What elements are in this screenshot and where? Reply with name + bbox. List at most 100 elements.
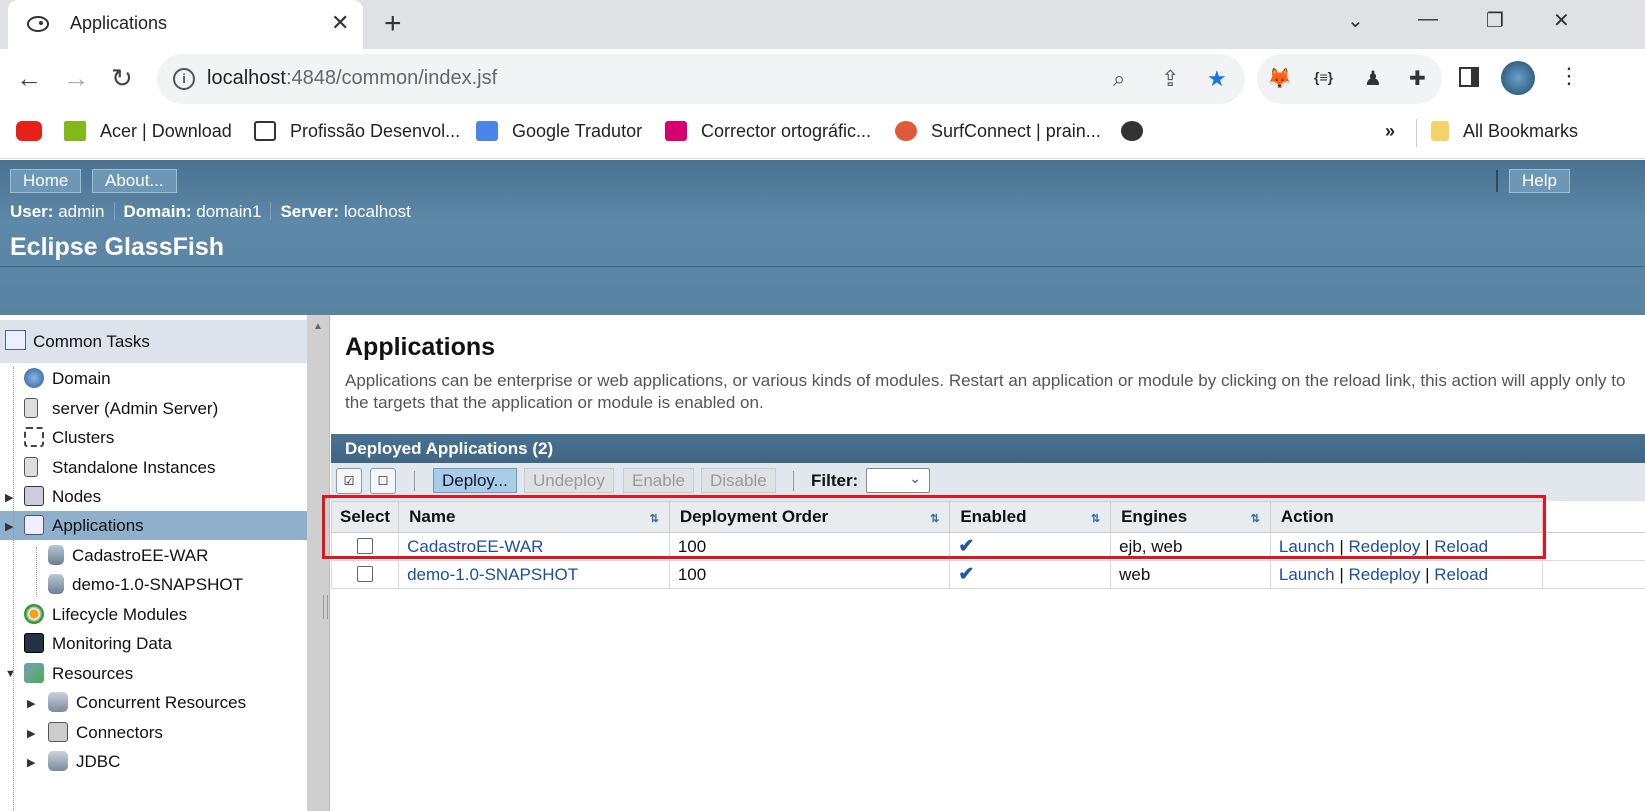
app-cylinder-icon <box>48 574 64 594</box>
bookmarks-overflow-icon[interactable]: » <box>1385 121 1395 142</box>
close-window-icon[interactable]: ✕ <box>1553 8 1570 33</box>
glassfish-favicon-icon <box>27 16 49 32</box>
header-divider <box>0 266 1645 267</box>
collapse-arrow-icon[interactable]: ▼ <box>5 668 16 680</box>
deselect-all-icon[interactable]: ☐ <box>370 468 396 494</box>
deploy-button[interactable]: Deploy... <box>433 468 517 493</box>
toolbar-divider <box>793 471 794 491</box>
menu-kebab-icon[interactable]: ⋮ <box>1558 63 1580 89</box>
sidebar-item-connectors[interactable]: Connectors <box>48 722 163 743</box>
robot-extension-icon[interactable]: ♟ <box>1364 66 1382 91</box>
home-button[interactable]: Home <box>10 169 82 193</box>
browser-tab[interactable]: Applications ✕ <box>8 0 363 49</box>
sidebar-item-lifecycle-modules[interactable]: Lifecycle Modules <box>24 604 187 625</box>
extensions-puzzle-icon[interactable]: ✚ <box>1409 66 1426 91</box>
help-button[interactable]: Help <box>1509 169 1570 193</box>
splitter-handle[interactable] <box>323 595 328 619</box>
side-panel-icon[interactable] <box>1459 67 1479 87</box>
highlight-annotation-box <box>322 495 1546 559</box>
enabled-check-icon: ✔ <box>958 564 975 585</box>
sidebar-item-applications[interactable]: Applications <box>24 515 144 536</box>
node-icon <box>24 486 44 506</box>
expand-arrow-icon[interactable]: ▶ <box>27 727 35 740</box>
bookmark-corrector[interactable]: Corrector ortográfic... <box>665 121 871 142</box>
new-tab-icon[interactable]: + <box>384 7 402 41</box>
sidebar-item-server[interactable]: server (Admin Server) <box>24 398 218 419</box>
row-checkbox[interactable] <box>357 565 374 582</box>
sidebar-scrollbar[interactable]: ▲ <box>307 315 329 811</box>
filter-select[interactable]: ⌄ <box>866 468 930 493</box>
launch-link[interactable]: Launch <box>1279 565 1335 584</box>
share-icon[interactable]: ⇪ <box>1161 66 1179 92</box>
bookmark-label: Acer | Download <box>100 121 232 141</box>
bookmark-star-icon[interactable]: ★ <box>1207 66 1227 92</box>
about-button[interactable]: About... <box>92 169 177 193</box>
database-icon <box>48 692 68 712</box>
page-title: Applications <box>345 333 496 361</box>
bookmark-surfconnect[interactable]: SurfConnect | prain... <box>895 121 1101 142</box>
reload-link[interactable]: Reload <box>1434 565 1488 584</box>
address-bar[interactable]: i localhost:4848/common/index.jsf ⌕ ⇪ ★ <box>157 54 1245 104</box>
select-cell <box>330 560 400 589</box>
sidebar-item-demo-snapshot[interactable]: demo-1.0-SNAPSHOT <box>48 574 243 595</box>
sidebar-item-concurrent-resources[interactable]: Concurrent Resources <box>48 692 246 713</box>
user-info: User: admin Domain: domain1 Server: localh… <box>10 202 411 222</box>
all-bookmarks[interactable]: All Bookmarks <box>1431 121 1578 142</box>
youtube-bookmark-icon[interactable] <box>16 121 56 142</box>
tab-search-chevron-icon[interactable]: ⌄ <box>1347 8 1364 33</box>
site-info-icon[interactable]: i <box>173 68 195 90</box>
json-formatter-icon[interactable]: {≡} <box>1314 69 1333 85</box>
sidebar-item-monitoring-data[interactable]: Monitoring Data <box>24 633 172 654</box>
bookmark-acer[interactable]: Acer | Download <box>64 121 232 142</box>
close-tab-icon[interactable]: ✕ <box>331 10 349 36</box>
app-name-link[interactable]: demo-1.0-SNAPSHOT <box>407 565 578 584</box>
back-icon[interactable]: ← <box>16 63 42 94</box>
expand-arrow-icon[interactable]: ▶ <box>5 491 13 504</box>
table-row: demo-1.0-SNAPSHOT 100 ✔ web Launch | Red… <box>330 560 1645 589</box>
minimize-icon[interactable]: — <box>1418 8 1438 31</box>
sidebar-item-standalone-instances[interactable]: Standalone Instances <box>24 457 216 478</box>
undeploy-button[interactable]: Undeploy <box>524 468 614 493</box>
zoom-icon[interactable]: ⌕ <box>1113 66 1125 92</box>
sidebar-item-jdbc[interactable]: JDBC <box>48 751 120 772</box>
expand-arrow-icon[interactable]: ▶ <box>5 520 13 533</box>
sidebar-item-domain[interactable]: Domain <box>24 368 111 389</box>
bookmark-google-tradutor[interactable]: Google Tradutor <box>476 121 642 142</box>
enable-button[interactable]: Enable <box>623 468 694 493</box>
chevron-down-icon: ⌄ <box>909 470 921 486</box>
corrector-icon <box>665 121 687 141</box>
brand-title: Eclipse GlassFish <box>10 233 224 261</box>
globe-bookmark-icon[interactable] <box>1121 121 1157 142</box>
disable-button[interactable]: Disable <box>701 468 776 493</box>
sidebar-item-label: Concurrent Resources <box>76 693 247 712</box>
sidebar-item-resources[interactable]: Resources <box>24 663 133 684</box>
bookmarks-bar: Acer | Download Profissão Desenvol... Go… <box>0 109 1645 159</box>
sidebar-item-label: Clusters <box>52 428 115 447</box>
extensions-bar: 🦊 {≡} ♟ ✚ <box>1257 54 1442 104</box>
cursoemvideo-icon <box>254 121 276 141</box>
bookmark-profissao[interactable]: Profissão Desenvol... <box>254 121 460 142</box>
sidebar-item-label: Connectors <box>76 723 163 742</box>
metamask-fox-icon[interactable]: 🦊 <box>1267 66 1292 91</box>
scroll-up-icon[interactable]: ▲ <box>313 321 323 332</box>
expand-arrow-icon[interactable]: ▶ <box>27 756 35 769</box>
glassfish-header: Home About... Help User: admin Domain: do… <box>0 160 1645 315</box>
url-text[interactable]: localhost:4848/common/index.jsf <box>207 67 497 90</box>
reload-icon[interactable]: ↻ <box>111 63 133 94</box>
restore-icon[interactable]: ❐ <box>1486 8 1504 33</box>
sidebar-tree: Common Tasks Domain server (Admin Server… <box>0 315 330 811</box>
select-all-icon[interactable]: ☑ <box>336 468 362 494</box>
sidebar-item-nodes[interactable]: Nodes <box>24 486 101 507</box>
toolbar-divider <box>414 471 415 491</box>
sidebar-item-label: Lifecycle Modules <box>52 605 188 624</box>
cluster-icon <box>24 427 44 447</box>
sidebar-item-label: Standalone Instances <box>52 458 216 477</box>
profile-avatar[interactable] <box>1501 61 1535 95</box>
sidebar-item-cadastroee-war[interactable]: CadastroEE-WAR <box>48 545 208 566</box>
forward-icon[interactable]: → <box>63 63 89 94</box>
redeploy-link[interactable]: Redeploy <box>1349 565 1421 584</box>
sidebar-item-clusters[interactable]: Clusters <box>24 427 114 448</box>
all-bookmarks-label: All Bookmarks <box>1463 121 1579 141</box>
common-tasks-header[interactable]: Common Tasks <box>0 320 307 363</box>
expand-arrow-icon[interactable]: ▶ <box>27 697 35 710</box>
